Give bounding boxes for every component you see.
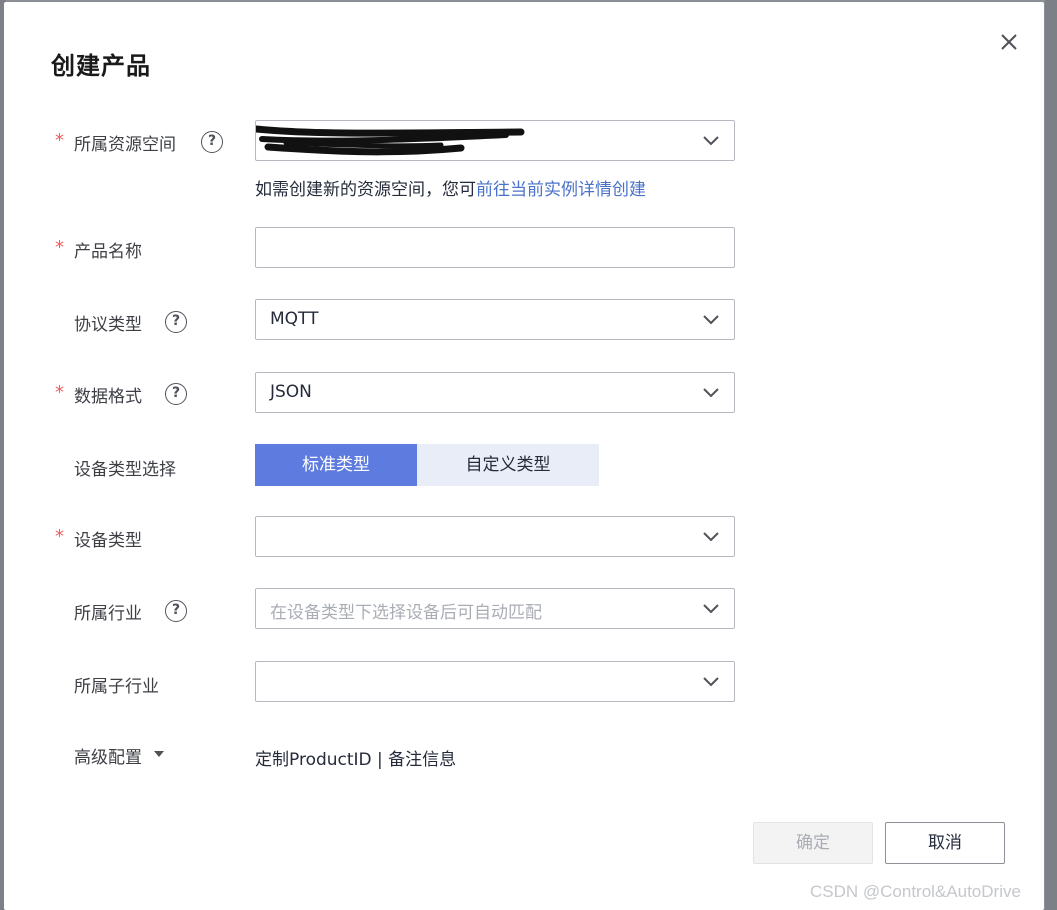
required-star: *: [55, 526, 64, 547]
create-product-dialog: 创建产品 * 所属资源空间 ? 如需创建新的资源空间，您可前往当前实例详情创建 …: [4, 2, 1044, 910]
watermark: CSDN @Control&AutoDrive: [810, 882, 1021, 901]
help-icon[interactable]: ?: [165, 311, 187, 333]
chevron-down-icon: [702, 386, 720, 400]
protocol-type-select[interactable]: MQTT: [255, 299, 735, 340]
chevron-down-icon: [702, 530, 720, 544]
create-resource-space-link[interactable]: 前往当前实例详情创建: [476, 180, 646, 200]
chevron-down-icon: [702, 134, 720, 148]
data-format-select[interactable]: JSON: [255, 372, 735, 413]
protocol-type-value: MQTT: [270, 309, 319, 329]
confirm-button[interactable]: 确定: [753, 822, 873, 864]
hint-text: 如需创建新的资源空间，您可: [255, 180, 476, 200]
advanced-toggle[interactable]: 高级配置: [74, 743, 142, 768]
label-industry: 所属行业: [74, 604, 142, 624]
product-name-input[interactable]: [255, 227, 735, 268]
segment-standard-type[interactable]: 标准类型: [255, 444, 417, 486]
required-star: *: [55, 237, 64, 258]
required-star: *: [55, 382, 64, 403]
redaction-scribble: [256, 125, 525, 156]
help-icon[interactable]: ?: [201, 131, 223, 153]
data-format-value: JSON: [270, 382, 312, 402]
caret-down-icon[interactable]: [154, 751, 164, 757]
backdrop-right: [1045, 0, 1057, 910]
resource-space-hint: 如需创建新的资源空间，您可前往当前实例详情创建: [255, 175, 646, 200]
device-type-select[interactable]: [255, 516, 735, 557]
dialog-title: 创建产品: [51, 52, 151, 80]
label-protocol-type: 协议类型: [74, 315, 142, 335]
label-device-type: 设备类型: [74, 531, 142, 551]
chevron-down-icon: [702, 313, 720, 327]
advanced-summary: 定制ProductID | 备注信息: [255, 750, 457, 770]
sub-industry-select[interactable]: [255, 661, 735, 702]
label-data-format: 数据格式: [74, 387, 142, 407]
chevron-down-icon: [702, 602, 720, 616]
label-product-name: 产品名称: [74, 242, 142, 262]
cancel-button[interactable]: 取消: [885, 822, 1005, 864]
required-star: *: [55, 130, 64, 151]
label-sub-industry: 所属子行业: [74, 677, 159, 697]
resource-space-select[interactable]: [255, 120, 735, 161]
industry-placeholder: 在设备类型下选择设备后可自动匹配: [270, 603, 542, 623]
segment-custom-type[interactable]: 自定义类型: [417, 444, 599, 486]
help-icon[interactable]: ?: [165, 600, 187, 622]
label-resource-space: 所属资源空间: [74, 135, 176, 155]
help-icon[interactable]: ?: [165, 383, 187, 405]
close-button[interactable]: [998, 31, 1020, 53]
industry-select[interactable]: 在设备类型下选择设备后可自动匹配: [255, 588, 735, 629]
close-icon: [1001, 34, 1017, 50]
chevron-down-icon: [702, 675, 720, 689]
label-device-type-selection: 设备类型选择: [74, 460, 176, 480]
